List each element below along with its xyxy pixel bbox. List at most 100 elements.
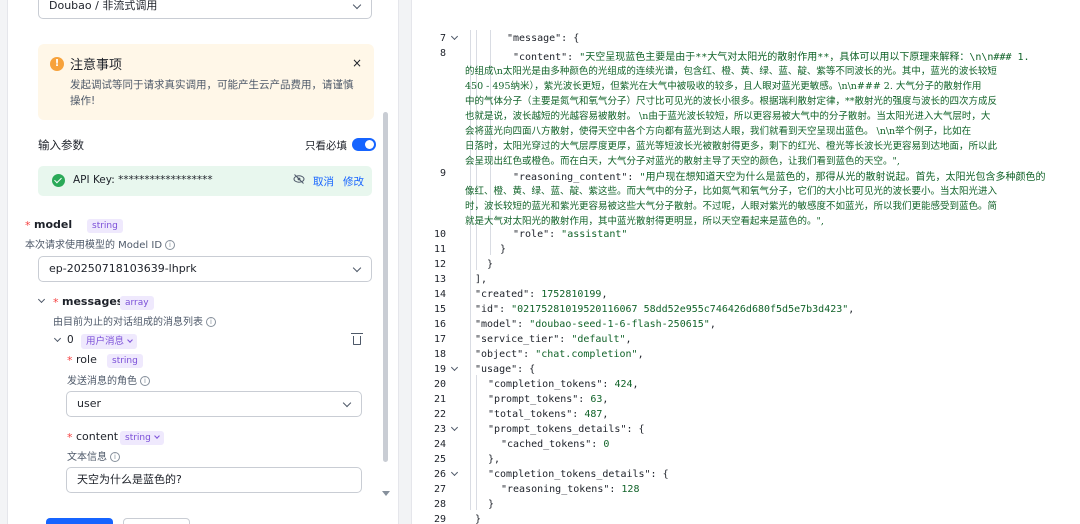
expand-arrow-icon[interactable] bbox=[53, 334, 62, 343]
role-select[interactable]: user bbox=[66, 391, 362, 417]
line-number: 13 bbox=[433, 274, 446, 285]
chevron-down-icon bbox=[352, 263, 362, 273]
send-request-button[interactable] bbox=[46, 518, 113, 524]
code-wrap-line: 会呈现出红色或橙色。而在白天，大气分子对蓝光的散射主导了天空的颜色，让我们看到蓝… bbox=[465, 156, 900, 167]
message-role-tag[interactable]: 用户消息 bbox=[81, 334, 138, 349]
edit-link[interactable]: 修改 bbox=[343, 174, 364, 189]
model-select[interactable]: ep-20250718103639-lhprk bbox=[38, 256, 372, 282]
line-number: 21 bbox=[433, 394, 446, 405]
messages-type-tag: array bbox=[120, 296, 154, 310]
code-line: "reasoning_tokens": 128 bbox=[501, 484, 640, 495]
model-desc: 本次请求使用模型的 Model ID i bbox=[25, 236, 176, 251]
fold-arrow-icon[interactable] bbox=[450, 468, 459, 477]
debug-form-panel: Doubao / 非流式调用 ! 注意事项 × 发起调试等同于请求真实调用，可能… bbox=[8, 0, 388, 524]
code-line: "model": "doubao-seed-1-6-flash-250615", bbox=[475, 319, 716, 330]
trash-icon[interactable] bbox=[351, 333, 363, 345]
info-icon: i bbox=[140, 376, 150, 386]
code-line: } bbox=[475, 514, 482, 524]
line-number: 18 bbox=[433, 349, 446, 360]
sidebar-edge bbox=[0, 0, 8, 524]
line-number: 12 bbox=[433, 259, 446, 270]
code-line: "total_tokens": 487, bbox=[488, 409, 609, 420]
form-scrollbar-thumb[interactable] bbox=[383, 112, 388, 462]
panel-divider[interactable] bbox=[398, 0, 412, 524]
chevron-down-icon bbox=[352, 0, 362, 10]
line-number: 24 bbox=[433, 439, 446, 450]
line-number: 10 bbox=[433, 229, 446, 240]
line-number: 15 bbox=[433, 304, 446, 315]
line-number: 9 bbox=[439, 168, 446, 179]
content-desc: 文本信息 i bbox=[67, 448, 120, 463]
line-number: 25 bbox=[433, 454, 446, 465]
code-wrap-line: 日落时，太阳光穿过的大气层厚度更厚，蓝光等短波长光被散射得更多，剩下的红光、橙光… bbox=[465, 141, 998, 152]
line-number: 14 bbox=[433, 289, 446, 300]
api-key-box: API Key: ****************** 取消 修改 bbox=[38, 166, 372, 196]
line-number: 22 bbox=[433, 409, 446, 420]
content-label: content bbox=[76, 430, 119, 443]
role-label: role bbox=[76, 353, 97, 366]
eye-off-icon[interactable] bbox=[293, 174, 305, 187]
info-icon: i bbox=[206, 317, 216, 327]
code-line: ], bbox=[475, 274, 488, 285]
call-mode-value: Doubao / 非流式调用 bbox=[49, 0, 158, 12]
code-line: "completion_tokens_details": { bbox=[488, 469, 669, 480]
line-number: 8 bbox=[439, 48, 446, 59]
line-number: 7 bbox=[439, 33, 446, 44]
model-type-tag: string bbox=[87, 219, 123, 233]
response-code-viewer: 7 "message": { 8 "content": "天空呈现蓝色主要是由于… bbox=[412, 0, 1080, 524]
code-line: "completion_tokens": 424, bbox=[488, 379, 639, 390]
code-wrap-line: 就是大气对太阳光的散射作用，其中蓝光散射得更明显，所以天空看起来是蓝色的。", bbox=[465, 216, 824, 227]
code-line: "object": "chat.completion", bbox=[475, 349, 644, 360]
line-number: 16 bbox=[433, 319, 446, 330]
indent-guide bbox=[476, 375, 477, 510]
messages-desc: 由目前为止的对话组成的消息列表 i bbox=[53, 313, 216, 328]
code-line: "usage": { bbox=[475, 364, 536, 375]
call-mode-select[interactable]: Doubao / 非流式调用 bbox=[38, 0, 372, 19]
required-only-toggle[interactable] bbox=[352, 138, 376, 151]
content-input[interactable]: 天空为什么是蓝色的? bbox=[66, 467, 362, 493]
required-mark: * bbox=[53, 296, 59, 309]
code-line: "prompt_tokens_details": { bbox=[488, 424, 645, 435]
fold-arrow-icon[interactable] bbox=[450, 423, 459, 432]
role-type-tag: string bbox=[107, 354, 143, 368]
required-mark: * bbox=[67, 354, 73, 367]
content-type-tag[interactable]: string bbox=[120, 431, 164, 445]
code-line: "reasoning_content": "用户现在想知道天空为什么是蓝色的，那… bbox=[513, 172, 1046, 183]
code-line: "role": "assistant" bbox=[513, 229, 628, 240]
fold-arrow-icon[interactable] bbox=[450, 363, 459, 372]
input-params-title: 输入参数 bbox=[38, 138, 84, 152]
chevron-down-icon bbox=[342, 398, 352, 408]
scroll-down-arrow-icon[interactable] bbox=[382, 491, 390, 496]
code-line: "prompt_tokens": 63, bbox=[488, 394, 609, 405]
warning-title: 注意事项 bbox=[70, 58, 123, 73]
collapse-arrow-icon[interactable] bbox=[37, 295, 46, 304]
check-circle-icon bbox=[52, 174, 65, 187]
line-number: 27 bbox=[433, 484, 446, 495]
cancel-link[interactable]: 取消 bbox=[313, 174, 334, 189]
code-line: "content": "天空呈现蓝色主要是由于**大气对太阳光的散射作用**，具… bbox=[513, 52, 1030, 63]
warning-text: 发起调试等同于请求真实调用，可能产生云产品费用，请谨慎操作! bbox=[70, 79, 354, 107]
model-label: model bbox=[34, 218, 73, 231]
code-line: "id": "02175281019520116067 58dd52e955c7… bbox=[475, 304, 855, 315]
code-line: "service_tier": "default", bbox=[475, 334, 632, 345]
warning-icon: ! bbox=[50, 57, 64, 71]
code-line: } bbox=[487, 259, 494, 270]
close-icon[interactable]: × bbox=[352, 56, 362, 70]
role-value: user bbox=[77, 397, 101, 410]
code-line: "cached_tokens": 0 bbox=[501, 439, 610, 450]
messages-label: messages bbox=[62, 295, 124, 308]
fold-arrow-icon[interactable] bbox=[450, 32, 459, 41]
line-number: 20 bbox=[433, 379, 446, 390]
line-number: 19 bbox=[433, 364, 446, 375]
line-number: 23 bbox=[433, 424, 446, 435]
line-number: 26 bbox=[433, 469, 446, 480]
code-wrap-line: 像红、橙、黄、绿、蓝、靛、紫这些。而大气中的分子，比如氮气和氧气分子，它们的大小… bbox=[465, 186, 998, 197]
info-icon: i bbox=[165, 240, 176, 250]
code-line: "message": { bbox=[507, 33, 580, 44]
code-wrap-line: 时，波长较短的蓝光和紫光更容易被这些大气分子散射。不过呢，人眼对紫光的敏感度不如… bbox=[465, 201, 998, 212]
info-icon: i bbox=[110, 452, 120, 462]
reset-button[interactable] bbox=[123, 518, 190, 524]
code-wrap-line: 的组成\n太阳光是由多种颜色的光组成的连续光谱，包含红、橙、黄、绿、蓝、靛、紫等… bbox=[465, 66, 997, 77]
code-wrap-line: 会将蓝光向四面八方散射，使得天空中各个方向都有蓝光到达人眼，我们就看到天空呈现出… bbox=[465, 126, 972, 137]
message-index: 0 bbox=[67, 334, 74, 346]
